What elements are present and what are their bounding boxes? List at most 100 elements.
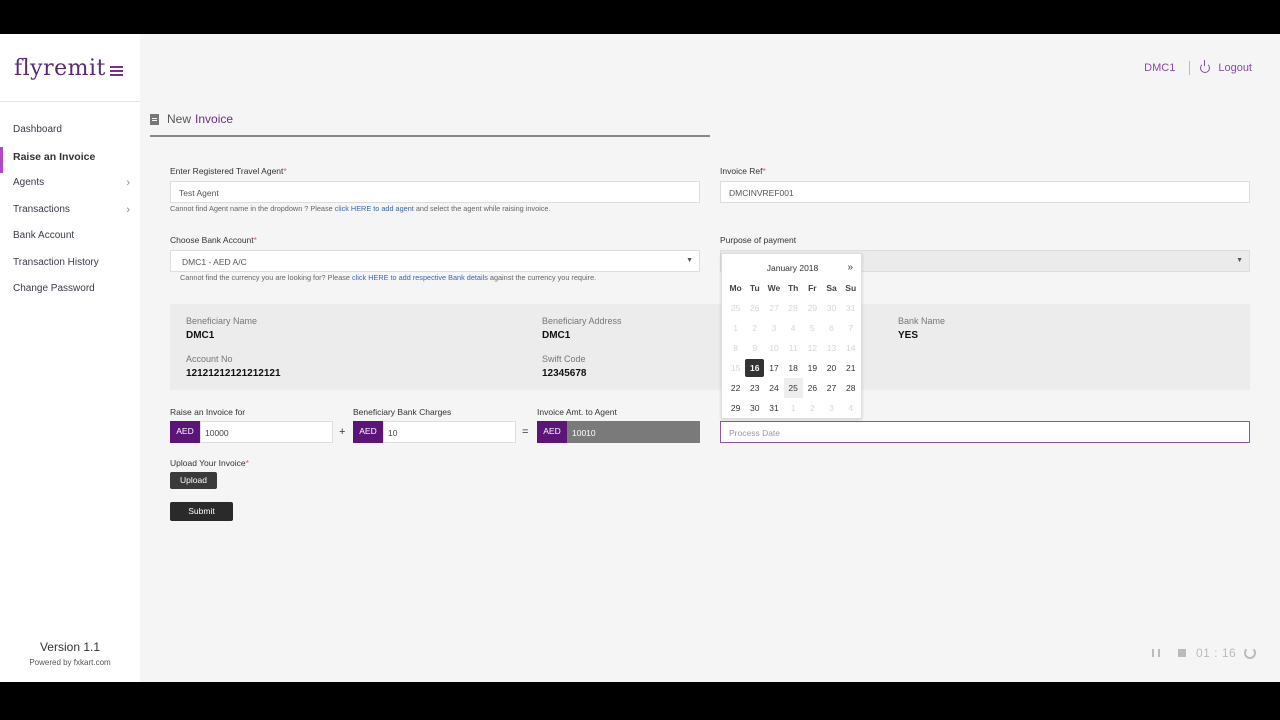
calendar-day[interactable]: 31 — [764, 398, 783, 418]
calendar-day[interactable]: 1 — [726, 318, 745, 338]
calendar-day[interactable]: 10 — [764, 338, 783, 358]
invoice-ref-input[interactable]: DMCINVREF001 — [720, 181, 1250, 203]
upload-label-text: Upload Your Invoice — [170, 458, 246, 468]
pause-icon[interactable] — [1152, 649, 1160, 657]
calendar-day[interactable]: 17 — [764, 358, 783, 378]
calendar-day[interactable]: 23 — [745, 378, 764, 398]
raise-for-label: Raise an Invoice for — [170, 407, 246, 417]
calendar-day[interactable]: 16 — [745, 359, 765, 377]
upload-label: Upload Your Invoice* — [170, 458, 249, 468]
calendar-day[interactable]: 15 — [726, 358, 745, 378]
menu-toggle-icon[interactable] — [110, 66, 123, 77]
calendar-day[interactable]: 21 — [841, 358, 860, 378]
weekday-label: Th — [787, 283, 799, 293]
bank-hint-text: Cannot find the currency you are looking… — [180, 273, 352, 282]
logout-link[interactable]: Logout — [1218, 62, 1252, 74]
sidebar-item-label: Change Password — [13, 283, 95, 294]
calendar-day[interactable]: 12 — [803, 338, 822, 358]
datepicker-week-row: 25 26 27 28 29 30 31 — [726, 298, 860, 318]
calendar-day[interactable]: 5 — [803, 318, 822, 338]
calendar-day[interactable]: 20 — [822, 358, 841, 378]
add-bank-details-link[interactable]: click HERE to add respective Bank detail… — [352, 273, 488, 282]
bank-charges-input[interactable]: 10 — [383, 421, 516, 443]
calendar-day[interactable]: 27 — [764, 298, 783, 318]
currency-badge: AED — [170, 421, 200, 443]
agent-hint-text: Cannot find Agent name in the dropdown ?… — [170, 204, 335, 213]
page-title-underline — [150, 135, 710, 137]
calendar-day[interactable]: 18 — [784, 358, 803, 378]
stop-icon[interactable] — [1178, 649, 1186, 657]
calendar-day[interactable]: 22 — [726, 378, 745, 398]
calendar-day[interactable]: 14 — [841, 338, 860, 358]
calendar-day[interactable]: 30 — [745, 398, 764, 418]
calendar-day[interactable]: 2 — [745, 318, 764, 338]
sidebar-item-dashboard[interactable]: Dashboard — [0, 120, 140, 147]
calendar-day[interactable]: 1 — [784, 398, 803, 418]
upload-button[interactable]: Upload — [170, 472, 217, 489]
user-menu[interactable]: DMC1 — [1144, 62, 1175, 74]
calendar-day[interactable]: 11 — [784, 338, 803, 358]
powered-by-text: Powered by fxkart.com — [29, 658, 111, 667]
agent-input[interactable]: Test Agent — [170, 181, 700, 203]
calendar-day[interactable]: 28 — [784, 298, 803, 318]
calendar-day[interactable]: 29 — [803, 298, 822, 318]
version-text: Version 1.1 — [39, 640, 101, 654]
sidebar-item-agents[interactable]: Agents › — [0, 173, 140, 200]
calendar-day[interactable]: 26 — [745, 298, 764, 318]
calendar-day[interactable]: 8 — [726, 338, 745, 358]
bank-hint-text-2: against the currency you require. — [487, 273, 597, 282]
required-mark: * — [253, 235, 257, 245]
calendar-day[interactable]: 25 — [726, 298, 745, 318]
player-time: 01 : 16 — [1196, 646, 1237, 660]
topbar-separator — [1189, 61, 1191, 75]
calendar-day[interactable]: 27 — [822, 378, 841, 398]
add-agent-link[interactable]: click HERE to add agent — [335, 204, 414, 213]
datepicker-next-button[interactable]: » — [847, 262, 853, 273]
raise-for-input[interactable]: 10000 — [200, 421, 333, 443]
calendar-day[interactable]: 9 — [745, 338, 764, 358]
calendar-day[interactable]: 26 — [803, 378, 822, 398]
calendar-day[interactable]: 28 — [841, 378, 860, 398]
datepicker: January 2018 » Mo Tu We Th Fr Sa Su 25 26 27 28 29 3… — [721, 253, 862, 419]
beneficiary-name-value: DMC1 — [186, 330, 215, 341]
reload-icon[interactable] — [1244, 647, 1257, 659]
bank-account-value: DMC1 - AED A/C — [182, 257, 247, 267]
amount-to-agent-field: AED 10010 — [537, 421, 700, 443]
beneficiary-panel: Beneficiary Name DMC1 Beneficiary Addres… — [170, 304, 1250, 390]
calendar-day[interactable]: 30 — [822, 298, 841, 318]
calendar-day[interactable]: 4 — [841, 398, 860, 418]
bank-name-label: Bank Name — [898, 316, 946, 326]
calendar-day[interactable]: 6 — [822, 318, 841, 338]
calendar-day[interactable]: 3 — [822, 398, 841, 418]
bank-account-select[interactable]: DMC1 - AED A/C ▼ — [170, 250, 700, 272]
calendar-day[interactable]: 2 — [803, 398, 822, 418]
sidebar-item-label: Raise an Invoice — [13, 150, 96, 163]
invoice-ref-label-text: Invoice Ref — [720, 166, 763, 176]
calendar-day[interactable]: 19 — [803, 358, 822, 378]
sidebar-item-transactions[interactable]: Transactions › — [0, 200, 140, 227]
calendar-day[interactable]: 3 — [764, 318, 783, 338]
weekday-label: Mo — [729, 283, 742, 293]
caret-down-icon: ▼ — [1236, 257, 1243, 264]
bank-name-value: YES — [898, 330, 919, 341]
page-title: New Invoice — [150, 112, 233, 126]
calendar-day[interactable]: 13 — [822, 338, 841, 358]
calendar-day[interactable]: 4 — [784, 318, 803, 338]
datepicker-week-row: 8 9 10 11 12 13 14 — [726, 338, 860, 358]
agent-hint: Cannot find Agent name in the dropdown ?… — [170, 204, 551, 213]
calendar-day[interactable]: 31 — [841, 298, 860, 318]
sidebar-item-change-password[interactable]: Change Password — [0, 279, 140, 306]
sidebar-item-raise-invoice[interactable]: Raise an Invoice — [0, 146, 140, 173]
bank-charges-label: Beneficiary Bank Charges — [353, 407, 452, 417]
calendar-day[interactable]: 25 — [783, 378, 803, 398]
calendar-day[interactable]: 7 — [841, 318, 860, 338]
submit-button[interactable]: Submit — [170, 502, 233, 521]
calendar-day[interactable]: 24 — [764, 378, 783, 398]
calendar-day[interactable]: 29 — [726, 398, 745, 418]
sidebar-item-transaction-history[interactable]: Transaction History — [0, 253, 140, 280]
datepicker-month-title[interactable]: January 2018 — [722, 263, 863, 273]
brand-logo[interactable]: flyremit — [14, 56, 105, 86]
sidebar-item-bank-account[interactable]: Bank Account — [0, 226, 140, 253]
process-date-input[interactable]: Process Date — [720, 421, 1250, 443]
account-no-value: 12121212121212121 — [186, 368, 281, 379]
